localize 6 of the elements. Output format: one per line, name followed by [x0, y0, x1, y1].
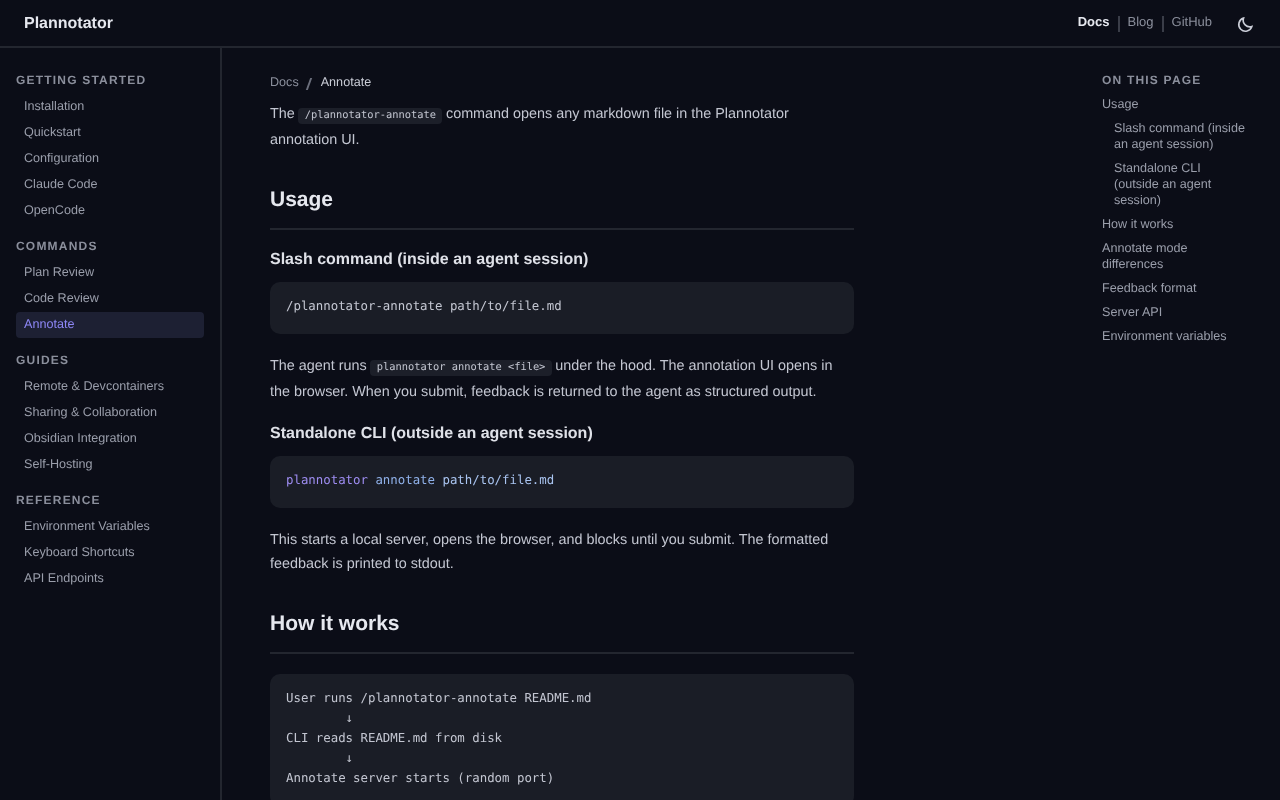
moon-icon[interactable]: [1236, 13, 1256, 33]
section-heading: How it works: [270, 612, 854, 654]
subsection-heading: Standalone CLI (outside an agent session): [270, 424, 595, 442]
section-heading: Usage: [270, 188, 854, 230]
subsection-heading: Slash command (inside an agent session): [270, 250, 591, 268]
site-title[interactable]: Plannotator: [24, 14, 113, 32]
